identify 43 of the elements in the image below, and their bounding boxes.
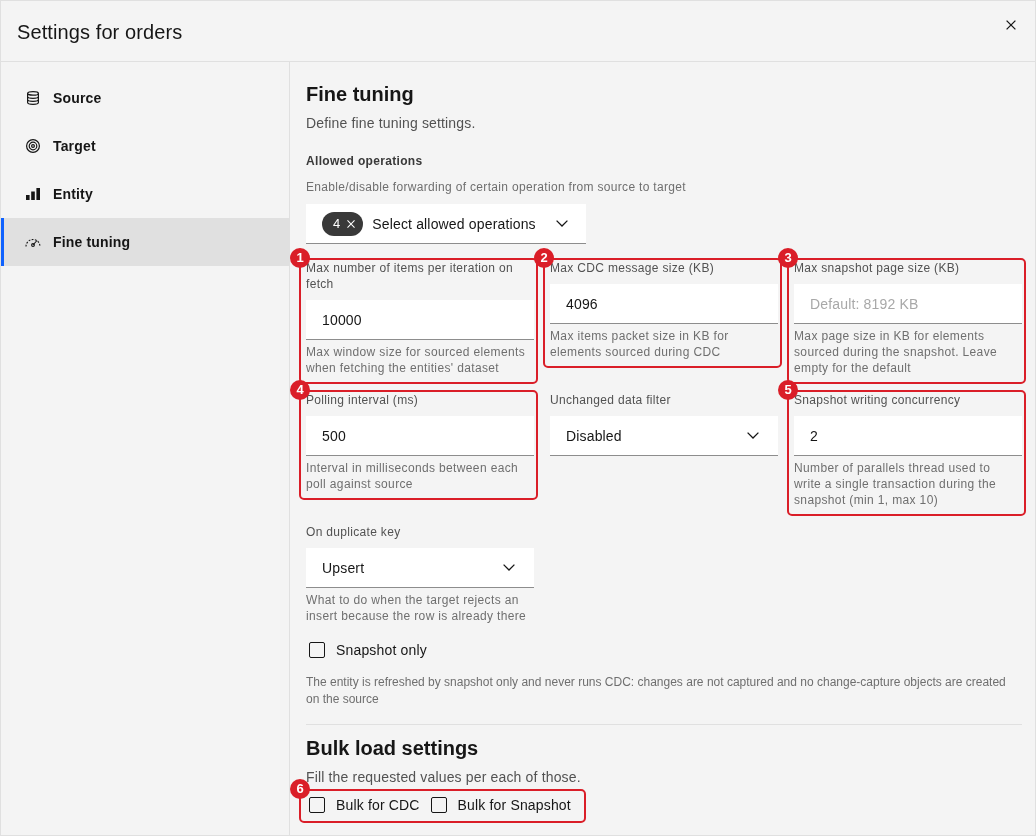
chevron-down-icon xyxy=(747,432,759,439)
chevron-down-icon xyxy=(503,564,515,571)
checkbox-option[interactable]: Snapshot only xyxy=(306,640,427,660)
multiselect-label: Select allowed operations xyxy=(372,214,536,233)
sidebar-item[interactable]: Entity xyxy=(1,170,289,218)
helper-text: The entity is refreshed by snapshot only and never runs CDC: changes are not captured and no change-capture objects are created on the source xyxy=(306,674,1006,708)
checkbox[interactable] xyxy=(309,797,325,813)
checkbox-option[interactable]: Bulk for Snapshot xyxy=(427,795,571,815)
section-description: Define fine tuning settings. xyxy=(306,114,477,133)
gauge-icon xyxy=(24,237,41,247)
multiselect-dropdown[interactable]: 4 Select allowed operations xyxy=(306,204,586,244)
text-input[interactable]: 10000 xyxy=(306,300,534,340)
bar-chart-icon xyxy=(25,188,40,200)
text-input[interactable]: 4096 xyxy=(550,284,778,324)
helper-text: Interval in milliseconds between each poll against source xyxy=(306,460,520,492)
helper-text: Max items packet size in KB for elements sourced during CDC xyxy=(550,328,730,360)
sidebar-item[interactable]: Fine tuning xyxy=(1,218,289,266)
text-input[interactable]: Default: 8192 KB xyxy=(794,284,1022,324)
sidebar-item[interactable]: Source xyxy=(1,74,289,122)
dropdown[interactable]: Upsert xyxy=(306,548,534,588)
window-title: Settings for orders xyxy=(16,20,183,44)
checkbox[interactable] xyxy=(430,797,447,813)
helper-text: Enable/disable forwarding of certain operation from source to target xyxy=(306,179,687,195)
helper-text: What to do when the target rejects an insert because the row is already there xyxy=(306,592,528,624)
close-icon xyxy=(1006,20,1016,30)
chevron-down-icon xyxy=(556,220,568,227)
target-icon xyxy=(25,139,40,153)
helper-text: Max page size in KB for elements sourced during the snapshot. Leave empty for the default xyxy=(794,328,999,376)
field-label: Unchanged data filter xyxy=(550,392,672,408)
helper-text: Max window size for sourced elements when fetching the entities' dataset xyxy=(306,344,527,376)
checkbox[interactable] xyxy=(309,642,325,658)
database-icon xyxy=(26,91,39,105)
close-icon xyxy=(347,219,356,228)
field-label: On duplicate key xyxy=(306,524,402,540)
section-title: Fine tuning xyxy=(306,82,415,107)
dropdown[interactable]: Disabled xyxy=(550,416,778,456)
selection-count-tag[interactable]: 4 xyxy=(322,211,364,236)
sidebar-item[interactable]: Target xyxy=(1,122,289,170)
text-input[interactable]: 500 xyxy=(306,416,534,456)
section-title: Bulk load settings xyxy=(306,736,480,761)
text-input[interactable]: 2 xyxy=(794,416,1022,456)
field-label: Allowed operations xyxy=(306,153,424,169)
helper-text: Number of parallels thread used to write a single transaction during the snapshot (min 1, max 10) xyxy=(794,460,998,508)
